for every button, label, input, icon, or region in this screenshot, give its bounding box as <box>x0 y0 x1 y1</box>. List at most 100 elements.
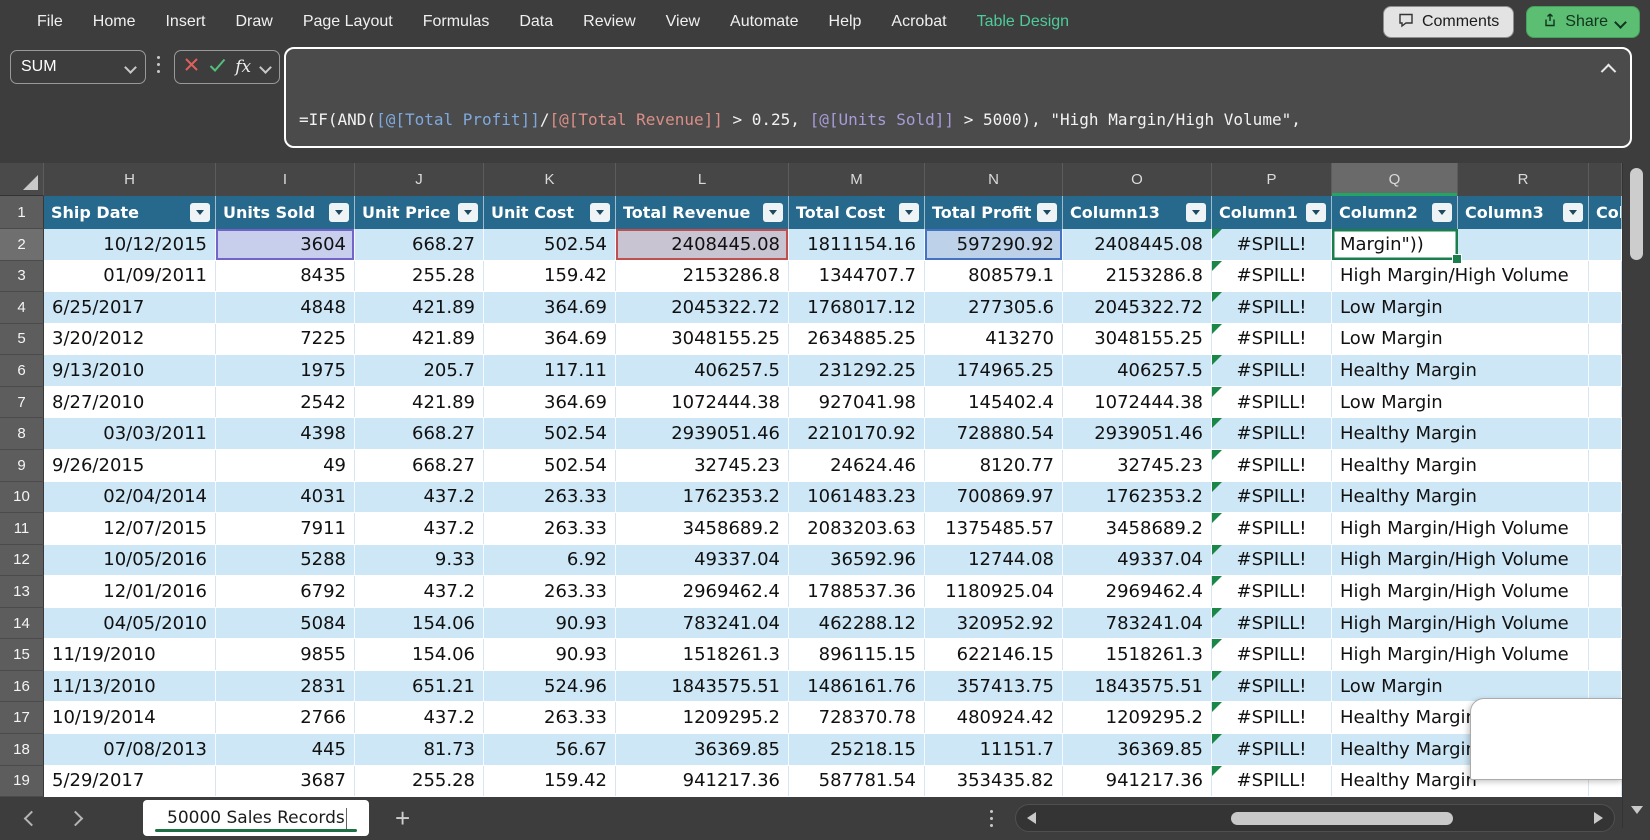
cell-J15[interactable]: 154.06 <box>355 639 484 670</box>
cell-S16[interactable] <box>1589 671 1622 702</box>
menu-item-file[interactable]: File <box>22 0 78 44</box>
cell-P18[interactable]: #SPILL! <box>1212 734 1332 765</box>
cell-R16[interactable] <box>1458 671 1589 702</box>
row-header-10[interactable]: 10 <box>0 482 44 514</box>
filter-button-column2[interactable] <box>1432 203 1452 222</box>
cell-H12[interactable]: 10/05/2016 <box>44 545 216 576</box>
cell-Q15[interactable]: High Margin/High Volume <box>1332 639 1458 670</box>
cell-Q6[interactable]: Healthy Margin <box>1332 355 1458 386</box>
row-header-5[interactable]: 5 <box>0 324 44 356</box>
cell-L14[interactable]: 783241.04 <box>616 608 789 639</box>
cell-J13[interactable]: 437.2 <box>355 576 484 607</box>
cell-R10[interactable] <box>1458 482 1589 513</box>
cell-H13[interactable]: 12/01/2016 <box>44 576 216 607</box>
cell-O8[interactable]: 2939051.46 <box>1063 418 1212 449</box>
table-header-column2[interactable]: Column2 <box>1332 196 1458 229</box>
cell-S14[interactable] <box>1589 608 1622 639</box>
cell-N8[interactable]: 728880.54 <box>925 418 1063 449</box>
formula-input[interactable]: =IF(AND([@[Total Profit]]/[@[Total Reven… <box>284 47 1632 148</box>
column-header-S[interactable] <box>1589 163 1622 196</box>
cell-O3[interactable]: 2153286.8 <box>1063 261 1212 292</box>
cell-H10[interactable]: 02/04/2014 <box>44 482 216 513</box>
column-header-P[interactable]: P <box>1212 163 1332 196</box>
cell-M9[interactable]: 24624.46 <box>789 450 925 481</box>
filter-button-total-cost[interactable] <box>899 203 919 222</box>
name-box[interactable]: SUM <box>10 50 146 84</box>
cell-Q5[interactable]: Low Margin <box>1332 324 1458 355</box>
cell-M6[interactable]: 231292.25 <box>789 355 925 386</box>
cell-N7[interactable]: 145402.4 <box>925 387 1063 418</box>
cell-N2[interactable]: 597290.92 <box>925 229 1063 260</box>
cell-J17[interactable]: 437.2 <box>355 702 484 733</box>
cell-O18[interactable]: 36369.85 <box>1063 734 1212 765</box>
cell-S6[interactable] <box>1589 355 1622 386</box>
cell-I10[interactable]: 4031 <box>216 482 355 513</box>
table-header-column1[interactable]: Column1 <box>1212 196 1332 229</box>
cell-K3[interactable]: 159.42 <box>484 261 616 292</box>
table-header-total-revenue[interactable]: Total Revenue <box>616 196 789 229</box>
cell-L13[interactable]: 2969462.4 <box>616 576 789 607</box>
table-header-units-sold[interactable]: Units Sold <box>216 196 355 229</box>
cell-R6[interactable] <box>1458 355 1589 386</box>
cell-Q17[interactable]: Healthy Margin <box>1332 702 1458 733</box>
cell-P13[interactable]: #SPILL! <box>1212 576 1332 607</box>
cell-R9[interactable] <box>1458 450 1589 481</box>
column-header-O[interactable]: O <box>1063 163 1212 196</box>
cell-H6[interactable]: 9/13/2010 <box>44 355 216 386</box>
cell-H4[interactable]: 6/25/2017 <box>44 292 216 323</box>
cell-S11[interactable] <box>1589 513 1622 544</box>
cell-O5[interactable]: 3048155.25 <box>1063 324 1212 355</box>
cell-P10[interactable]: #SPILL! <box>1212 482 1332 513</box>
cell-L15[interactable]: 1518261.3 <box>616 639 789 670</box>
sheet-nav-right-icon[interactable] <box>68 811 84 827</box>
cell-M11[interactable]: 2083203.63 <box>789 513 925 544</box>
cell-H19[interactable]: 5/29/2017 <box>44 766 216 797</box>
cell-J9[interactable]: 668.27 <box>355 450 484 481</box>
cell-K2[interactable]: 502.54 <box>484 229 616 260</box>
table-header-unit-price[interactable]: Unit Price <box>355 196 484 229</box>
cell-M18[interactable]: 25218.15 <box>789 734 925 765</box>
cell-O11[interactable]: 3458689.2 <box>1063 513 1212 544</box>
cell-S13[interactable] <box>1589 576 1622 607</box>
cell-O6[interactable]: 406257.5 <box>1063 355 1212 386</box>
cell-S8[interactable] <box>1589 418 1622 449</box>
cell-J19[interactable]: 255.28 <box>355 766 484 797</box>
vertical-scrollbar-thumb[interactable] <box>1630 168 1643 260</box>
cell-P8[interactable]: #SPILL! <box>1212 418 1332 449</box>
cell-O7[interactable]: 1072444.38 <box>1063 387 1212 418</box>
cell-J8[interactable]: 668.27 <box>355 418 484 449</box>
cell-J6[interactable]: 205.7 <box>355 355 484 386</box>
cell-J2[interactable]: 668.27 <box>355 229 484 260</box>
cell-I16[interactable]: 2831 <box>216 671 355 702</box>
column-header-H[interactable]: H <box>44 163 216 196</box>
cell-Q2[interactable]: Margin")) <box>1332 229 1458 260</box>
menu-item-help[interactable]: Help <box>814 0 877 44</box>
cell-H2[interactable]: 10/12/2015 <box>44 229 216 260</box>
cell-I6[interactable]: 1975 <box>216 355 355 386</box>
cell-P3[interactable]: #SPILL! <box>1212 261 1332 292</box>
cell-M3[interactable]: 1344707.7 <box>789 261 925 292</box>
cell-N10[interactable]: 700869.97 <box>925 482 1063 513</box>
filter-button-column3[interactable] <box>1563 203 1583 222</box>
cell-H5[interactable]: 3/20/2012 <box>44 324 216 355</box>
row-header-15[interactable]: 15 <box>0 639 44 671</box>
cell-M14[interactable]: 462288.12 <box>789 608 925 639</box>
cell-I14[interactable]: 5084 <box>216 608 355 639</box>
cell-P16[interactable]: #SPILL! <box>1212 671 1332 702</box>
column-header-N[interactable]: N <box>925 163 1063 196</box>
cell-P14[interactable]: #SPILL! <box>1212 608 1332 639</box>
row-header-6[interactable]: 6 <box>0 355 44 387</box>
cell-R2[interactable] <box>1458 229 1589 260</box>
cell-I3[interactable]: 8435 <box>216 261 355 292</box>
cell-K18[interactable]: 56.67 <box>484 734 616 765</box>
cell-M12[interactable]: 36592.96 <box>789 545 925 576</box>
cell-I9[interactable]: 49 <box>216 450 355 481</box>
cell-O12[interactable]: 49337.04 <box>1063 545 1212 576</box>
cell-R8[interactable] <box>1458 418 1589 449</box>
filter-button-total-profit[interactable] <box>1037 203 1057 222</box>
row-header-2[interactable]: 2 <box>0 229 44 261</box>
cell-N13[interactable]: 1180925.04 <box>925 576 1063 607</box>
row-header-8[interactable]: 8 <box>0 418 44 450</box>
cell-K11[interactable]: 263.33 <box>484 513 616 544</box>
add-sheet-button[interactable]: + <box>383 797 422 840</box>
